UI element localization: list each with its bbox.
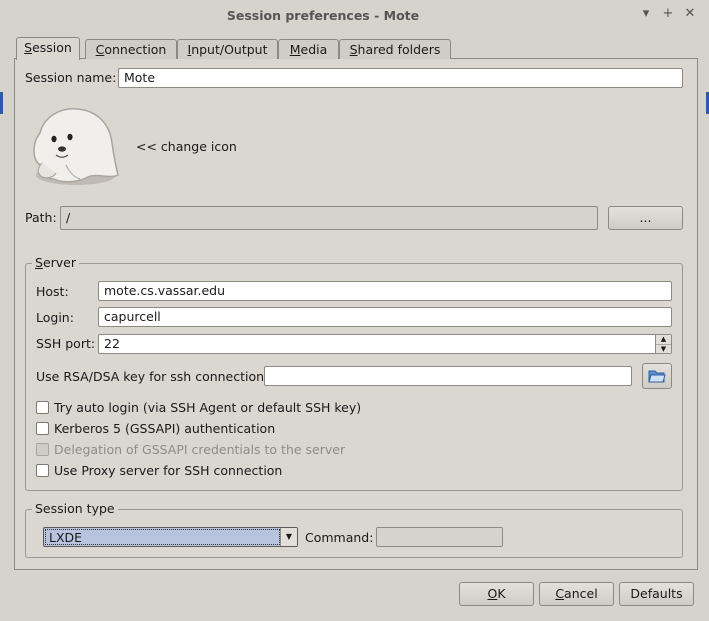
session-icon[interactable] xyxy=(26,103,122,189)
change-icon-label[interactable]: << change icon xyxy=(136,139,237,154)
window-title: Session preferences - Mote xyxy=(226,8,420,23)
kerberos-label[interactable]: Kerberos 5 (GSSAPI) authentication xyxy=(54,421,275,436)
tab-media[interactable]: Media xyxy=(278,39,339,59)
path-label: Path: xyxy=(25,210,57,225)
close-icon[interactable]: ✕ xyxy=(682,6,698,22)
gssapi-delegation-checkbox xyxy=(36,443,49,456)
server-group-title: Server xyxy=(32,255,79,270)
ssh-port-input[interactable]: 22 xyxy=(98,334,672,354)
folder-open-icon xyxy=(648,370,666,383)
cancel-button[interactable]: Cancel xyxy=(539,582,614,606)
rsa-key-label: Use RSA/DSA key for ssh connection: xyxy=(36,369,269,384)
auto-login-checkbox[interactable] xyxy=(36,401,49,414)
kerberos-checkbox[interactable] xyxy=(36,422,49,435)
session-name-label: Session name: xyxy=(25,70,117,85)
command-label: Command: xyxy=(305,530,374,545)
session-name-input[interactable]: Mote xyxy=(118,68,683,88)
tab-connection[interactable]: Connection xyxy=(85,39,177,59)
login-label: Login: xyxy=(36,310,74,325)
path-input[interactable]: / xyxy=(60,206,598,230)
spin-up-icon[interactable]: ▲ xyxy=(656,335,671,345)
ssh-port-spinner[interactable]: ▲ ▼ xyxy=(655,335,671,353)
login-input[interactable]: capurcell xyxy=(98,307,672,327)
rsa-key-input[interactable] xyxy=(264,366,632,386)
gssapi-delegation-label: Delegation of GSSAPI credentials to the … xyxy=(54,442,346,457)
proxy-checkbox[interactable] xyxy=(36,464,49,477)
command-input[interactable] xyxy=(376,527,503,547)
session-type-value: LXDE xyxy=(45,529,280,545)
defaults-button[interactable]: Defaults xyxy=(619,582,694,606)
session-type-group-title: Session type xyxy=(32,501,118,516)
path-browse-button[interactable]: ... xyxy=(608,206,683,230)
ssh-port-label: SSH port: xyxy=(36,336,96,351)
session-type-select[interactable]: LXDE ▼ xyxy=(43,527,298,547)
proxy-label[interactable]: Use Proxy server for SSH connection xyxy=(54,463,282,478)
tab-session[interactable]: Session xyxy=(16,37,80,60)
spin-down-icon[interactable]: ▼ xyxy=(656,345,671,353)
auto-login-label[interactable]: Try auto login (via SSH Agent or default… xyxy=(54,400,361,415)
rsa-key-browse-button[interactable] xyxy=(642,363,672,389)
tab-shared-folders[interactable]: Shared folders xyxy=(339,39,451,59)
seal-icon xyxy=(33,108,119,185)
host-input[interactable]: mote.cs.vassar.edu xyxy=(98,281,672,301)
dropdown-arrow-icon[interactable]: ▼ xyxy=(280,528,297,546)
maximize-icon[interactable]: + xyxy=(660,6,676,22)
tab-input-output[interactable]: Input/Output xyxy=(177,39,278,59)
minimize-icon[interactable]: ▾ xyxy=(638,6,654,22)
host-label: Host: xyxy=(36,284,69,299)
background-window-edge xyxy=(0,92,3,114)
ok-button[interactable]: OK xyxy=(459,582,534,606)
